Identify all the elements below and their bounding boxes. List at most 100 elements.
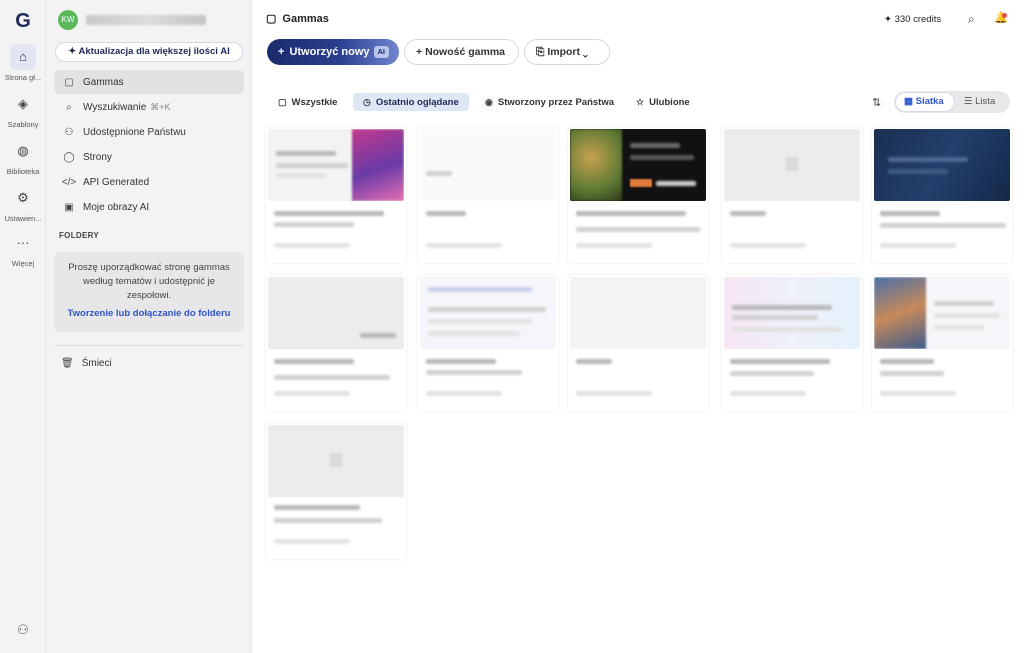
import-button[interactable]: ⎘ Import ⌄ bbox=[524, 39, 610, 65]
card-thumbnail bbox=[874, 277, 1010, 349]
gamma-card[interactable] bbox=[722, 275, 862, 411]
credits-button[interactable]: ✦ 330 credits bbox=[884, 14, 941, 25]
rail-item-library[interactable]: ◍ Biblioteka bbox=[0, 138, 46, 176]
list-icon: ☰ bbox=[964, 96, 976, 107]
gamma-card[interactable] bbox=[872, 275, 1012, 411]
gamma-card[interactable] bbox=[266, 423, 406, 559]
card-thumbnail bbox=[724, 277, 860, 349]
sidebar-item-label: Gammas bbox=[83, 76, 124, 88]
upgrade-label: Aktualizacja dla większej ilości AI bbox=[78, 46, 230, 57]
sidebar-item-label: Wyszukiwanie bbox=[83, 101, 147, 113]
card-thumbnail bbox=[570, 129, 706, 201]
new-gamma-label: Nowość gamma bbox=[425, 46, 506, 58]
user-name-redacted bbox=[86, 15, 206, 25]
new-gamma-button[interactable]: + Nowość gamma bbox=[404, 39, 519, 65]
upgrade-button[interactable]: ✦ Aktualizacja dla większej ilości AI bbox=[55, 42, 243, 62]
grid-view-button[interactable]: ▦ Siatka bbox=[896, 93, 954, 111]
create-label: Utworzyć nowy bbox=[289, 46, 370, 58]
add-user-icon[interactable]: ⚇ bbox=[10, 622, 36, 644]
rail-item-more[interactable]: ··· Więcej bbox=[0, 230, 46, 268]
sidebar-item-label: Udostępnione Państwu bbox=[83, 126, 186, 138]
credits-label: 330 credits bbox=[894, 14, 942, 25]
clock-icon: ◷ bbox=[363, 97, 371, 107]
notification-dot bbox=[1002, 13, 1007, 18]
card-thumbnail bbox=[268, 129, 404, 201]
app-root: G ⌂ Strona gł... ◈ Szablony ◍ Biblioteka… bbox=[0, 0, 1024, 653]
import-label: Import bbox=[547, 46, 580, 58]
filter-label: Wszystkie bbox=[291, 97, 338, 108]
rail-item-settings[interactable]: ⚙ Ustawien... bbox=[0, 185, 46, 223]
gamma-card[interactable] bbox=[266, 275, 406, 411]
sort-icon[interactable]: ⇅ bbox=[872, 96, 881, 109]
list-view-button[interactable]: ☰ Lista bbox=[956, 93, 1008, 111]
file-icon: ▢ bbox=[266, 13, 277, 25]
filter-label: Stworzony przez Państwa bbox=[497, 97, 614, 108]
rail-item-label: Biblioteka bbox=[6, 167, 40, 176]
rail-item-label: Szablony bbox=[7, 120, 39, 129]
gamma-card[interactable] bbox=[418, 275, 558, 411]
grid-icon: ▦ bbox=[904, 96, 916, 107]
more-icon: ··· bbox=[16, 235, 30, 250]
avatar: KW bbox=[58, 10, 78, 30]
card-thumbnail bbox=[874, 129, 1010, 201]
search-icon[interactable]: ⌕ bbox=[968, 12, 975, 27]
sparkle-icon: ✦ bbox=[884, 14, 895, 25]
search-icon: ⌕ bbox=[66, 101, 72, 113]
folder-empty-state: Proszę uporządkować stronę gammas według… bbox=[54, 252, 244, 332]
users-icon: ⚇ bbox=[64, 126, 74, 138]
file-icon: ▢ bbox=[64, 76, 74, 88]
folder-hint-text: Proszę uporządkować stronę gammas według… bbox=[68, 262, 230, 301]
rail-item-label: Więcej bbox=[11, 259, 35, 268]
card-thumbnail bbox=[724, 129, 860, 201]
card-thumbnail bbox=[570, 277, 706, 349]
sidebar-item-search[interactable]: ⌕ Wyszukiwanie ⌘+K bbox=[54, 95, 244, 119]
user-menu[interactable]: KW bbox=[58, 10, 206, 30]
shortcut-hint: ⌘+K bbox=[150, 101, 171, 112]
gamma-logo-icon[interactable]: G bbox=[11, 9, 35, 33]
gamma-card[interactable] bbox=[568, 127, 708, 263]
filter-recently-viewed[interactable]: ◷ Ostatnio oglądane bbox=[353, 93, 469, 111]
gamma-card[interactable] bbox=[722, 127, 862, 263]
page-title-text: Gammas bbox=[282, 12, 329, 25]
rail-item-templates[interactable]: ◈ Szablony bbox=[0, 91, 46, 129]
filter-created-by-you[interactable]: ◉ Stworzony przez Państwa bbox=[475, 93, 622, 111]
star-icon: ☆ bbox=[636, 97, 645, 107]
sidebar-item-label: Strony bbox=[83, 151, 112, 163]
plus-icon: + bbox=[416, 46, 426, 58]
plus-icon: + bbox=[278, 46, 285, 58]
sidebar-item-trash[interactable]: 🗑 Śmieci bbox=[61, 358, 112, 369]
sidebar-item-api[interactable]: </> API Generated bbox=[54, 170, 244, 194]
create-folder-link[interactable]: Tworzenie lub dołączanie do folderu bbox=[64, 308, 234, 319]
sidebar-item-sites[interactable]: ◯ Strony bbox=[54, 145, 244, 169]
gamma-card[interactable] bbox=[568, 275, 708, 411]
gamma-card[interactable] bbox=[872, 127, 1012, 263]
gamma-card[interactable] bbox=[266, 127, 406, 263]
file-icon: ▢ bbox=[278, 97, 287, 107]
palette-icon: ◍ bbox=[17, 143, 29, 158]
filter-all[interactable]: ▢ Wszystkie bbox=[268, 93, 345, 111]
layers-icon: ◈ bbox=[18, 96, 28, 111]
code-icon: </> bbox=[61, 176, 77, 188]
page-title: ▢ Gammas bbox=[266, 12, 329, 26]
filter-label: Ostatnio oglądane bbox=[375, 97, 459, 108]
rail-item-label: Strona gł... bbox=[4, 73, 42, 82]
sparkle-icon: ✦ bbox=[68, 46, 79, 57]
folders-heading: FOLDERY bbox=[59, 231, 100, 240]
chevron-down-icon: ⌄ bbox=[580, 46, 588, 58]
sidebar-item-ai-images[interactable]: ▣ Moje obrazy AI bbox=[54, 195, 244, 219]
filter-favorites[interactable]: ☆ Ulubione bbox=[626, 93, 698, 111]
import-icon: ⎘ bbox=[536, 46, 548, 58]
divider bbox=[54, 345, 244, 346]
sidebar-item-label: Moje obrazy AI bbox=[83, 201, 150, 213]
create-new-button[interactable]: + Utworzyć nowy AI bbox=[267, 39, 399, 65]
sidebar: KW ✦ Aktualizacja dla większej ilości AI… bbox=[46, 0, 252, 653]
rail-item-home[interactable]: ⌂ Strona gł... bbox=[0, 44, 46, 82]
grid-view-label: Siatka bbox=[915, 96, 944, 107]
sidebar-item-gammas[interactable]: ▢ Gammas bbox=[54, 70, 244, 94]
filter-label: Ulubione bbox=[649, 97, 690, 108]
gamma-card[interactable] bbox=[418, 127, 558, 263]
icon-rail: G ⌂ Strona gł... ◈ Szablony ◍ Biblioteka… bbox=[0, 0, 46, 653]
sidebar-item-label: Śmieci bbox=[81, 358, 112, 369]
sidebar-nav: ▢ Gammas ⌕ Wyszukiwanie ⌘+K ⚇ Udostępnio… bbox=[54, 70, 244, 220]
sidebar-item-shared[interactable]: ⚇ Udostępnione Państwu bbox=[54, 120, 244, 144]
